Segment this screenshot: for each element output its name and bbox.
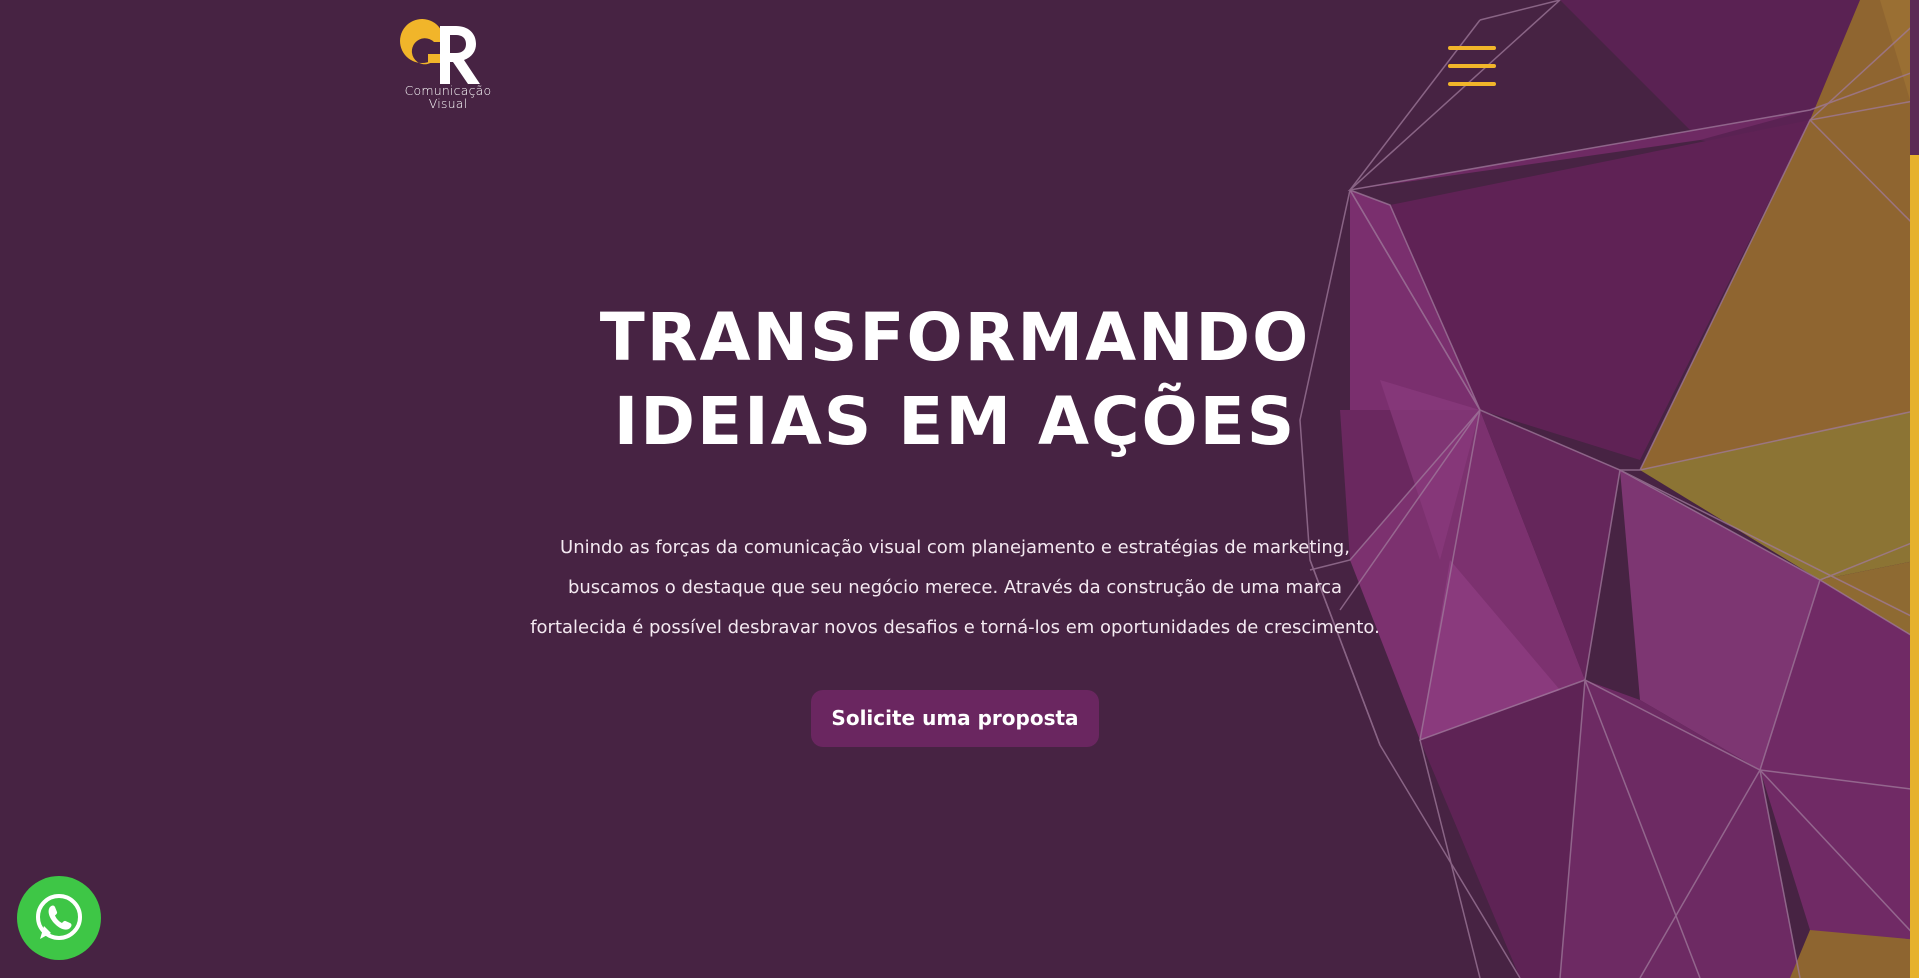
hero-description-line1: Unindo as forças da comunicação visual c… — [560, 537, 1350, 558]
request-proposal-button[interactable]: Solicite uma proposta — [811, 690, 1099, 747]
brand-logo[interactable]: Comunicação Visual — [398, 18, 498, 118]
hamburger-menu-icon[interactable] — [1446, 40, 1498, 94]
hero-description-line3: fortalecida é possível desbravar novos d… — [530, 617, 1380, 638]
hero-section: TRANSFORMANDO IDEIAS EM AÇÕES Unindo as … — [460, 296, 1450, 747]
menu-bar-top — [1448, 46, 1496, 50]
menu-bar-bottom — [1448, 82, 1496, 86]
scrollbar-thumb[interactable] — [1910, 155, 1919, 978]
hero-title-line1: TRANSFORMANDO — [599, 299, 1311, 376]
whatsapp-button[interactable] — [17, 876, 101, 960]
logo-caption-line2: Visual — [428, 96, 468, 111]
logo-caption: Comunicação Visual — [398, 84, 498, 110]
hero-title-line2: IDEIAS EM AÇÕES — [613, 383, 1297, 460]
page: Comunicação Visual TRANSFORMANDO IDEIAS … — [0, 0, 1919, 978]
gr-logo-icon — [400, 19, 480, 84]
menu-bar-middle — [1448, 64, 1496, 68]
whatsapp-icon — [36, 894, 82, 940]
hero-description-line2: buscamos o destaque que seu negócio mere… — [567, 577, 1343, 598]
hero-description: Unindo as forças da comunicação visual c… — [505, 528, 1405, 648]
hero-title: TRANSFORMANDO IDEIAS EM AÇÕES — [460, 296, 1450, 464]
